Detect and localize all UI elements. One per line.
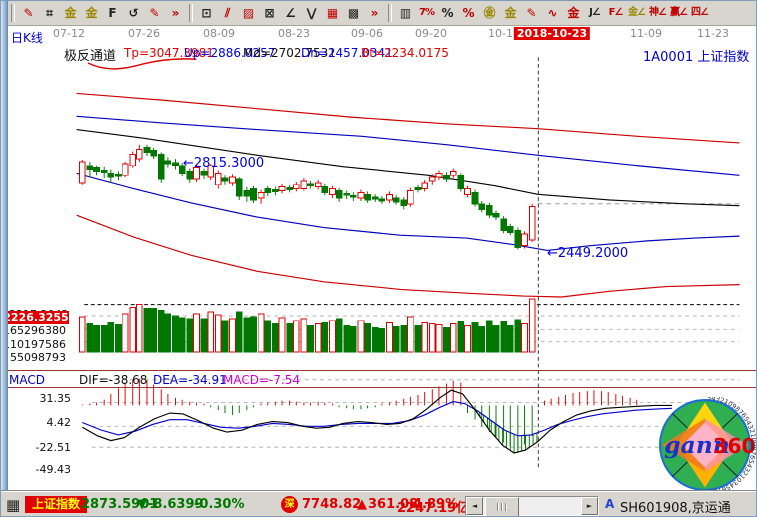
- pane-divider: [7, 370, 756, 371]
- indicator-name: 极反通道: [64, 45, 116, 64]
- horizontal-scrollbar[interactable]: ◄ ►: [465, 496, 599, 516]
- macd-axis-label: -49.43: [1, 463, 71, 476]
- scrollbar-track[interactable]: [483, 497, 581, 515]
- toolbar-group-3: ▥7%%%㊎金✎∿金J∠F∠金∠神∠赢∠四∠: [395, 3, 710, 23]
- si-angle-icon[interactable]: 四∠: [689, 3, 710, 23]
- volume-axis-label: 165296380: [1, 324, 66, 337]
- more-draw-icon[interactable]: »: [364, 3, 385, 23]
- more-tools-icon[interactable]: »: [165, 3, 186, 23]
- down-arrow-icon: ▼: [137, 497, 147, 512]
- scroll-right-icon[interactable]: ►: [581, 497, 598, 515]
- toolbar-group-1: ✎⌗金金F↺✎»: [18, 3, 186, 23]
- dea-value: DEA=-34.91: [153, 373, 227, 387]
- date-label: 11-09: [630, 27, 662, 40]
- f-grid-icon[interactable]: F: [102, 3, 123, 23]
- gold-circle-icon[interactable]: ㊎: [479, 3, 500, 23]
- macd-axis-label: 4.42: [1, 416, 71, 429]
- sz-value: 7748.82: [302, 497, 361, 512]
- grid-arrow-icon[interactable]: ▩: [343, 3, 364, 23]
- gold-grid-icon[interactable]: 金: [60, 3, 81, 23]
- angle-lines-icon[interactable]: ∠: [280, 3, 301, 23]
- scrollbar-thumb[interactable]: [485, 497, 519, 517]
- f-angle-icon[interactable]: F∠: [605, 3, 626, 23]
- box-lines-icon[interactable]: ⊠: [259, 3, 280, 23]
- date-label: 07-26: [128, 27, 160, 40]
- percent-lines-icon[interactable]: %: [458, 3, 479, 23]
- pane-divider: [7, 387, 756, 388]
- symbol-label: 1A0001 上证指数: [643, 46, 749, 65]
- data-table-icon[interactable]: ▦: [6, 496, 20, 514]
- macd-title: MACD: [9, 373, 45, 387]
- stock-type-icon: A: [605, 497, 614, 511]
- dif-value: DIF=-38.68: [79, 373, 147, 387]
- draw-pen-icon[interactable]: ✎: [18, 3, 39, 23]
- volume-bars-icon[interactable]: ▥: [395, 3, 416, 23]
- pen-volume-icon[interactable]: ✎: [521, 3, 542, 23]
- toolbar-separator: [11, 4, 15, 22]
- macd-value: MACD=-7.54: [223, 373, 300, 387]
- window-left-edge: [1, 1, 8, 517]
- date-label-current: 2018-10-23: [514, 27, 590, 40]
- gann-fan-icon[interactable]: ⫽: [217, 3, 238, 23]
- date-label: 09-06: [351, 27, 383, 40]
- shenzhen-badge-icon[interactable]: 深: [281, 496, 298, 513]
- gold-red-icon[interactable]: 金: [563, 3, 584, 23]
- date-label: 07-12: [53, 27, 85, 40]
- price-level-badge[interactable]: 2226.3255: [3, 311, 69, 324]
- pen-grid-icon[interactable]: ✎: [144, 3, 165, 23]
- spiral-grid-icon[interactable]: ↺: [123, 3, 144, 23]
- box-fan-icon[interactable]: ▨: [238, 3, 259, 23]
- stock-code-label[interactable]: SH601908,京运通: [620, 497, 731, 516]
- red-grid-icon[interactable]: ▦: [322, 3, 343, 23]
- macd-axis-label: -22.51: [1, 441, 71, 454]
- period-label: 日K线: [11, 29, 43, 46]
- date-label: 08-23: [278, 27, 310, 40]
- wave-lines-icon[interactable]: ∿: [542, 3, 563, 23]
- index-change-pct: -0.30%: [194, 497, 245, 512]
- toolbar-group-2: ⊡⫽▨⊠∠⋁▦▩»: [196, 3, 385, 23]
- status-bar: ▦ 上证指数 2873.5901 ▼ -8.6399 -0.30% 深 7748…: [1, 491, 757, 517]
- percent-wave-icon[interactable]: 7%: [416, 3, 437, 23]
- ying-angle-icon[interactable]: 赢∠: [668, 3, 689, 23]
- gold-lines-icon[interactable]: 金: [500, 3, 521, 23]
- toolbar-separator: [189, 4, 193, 22]
- scroll-left-icon[interactable]: ◄: [466, 497, 483, 515]
- date-label: 08-09: [203, 27, 235, 40]
- macd-axis-label: 31.35: [1, 392, 71, 405]
- shen-angle-icon[interactable]: 神∠: [647, 3, 668, 23]
- select-box-icon[interactable]: ⊡: [196, 3, 217, 23]
- index-name-badge[interactable]: 上证指数: [25, 496, 87, 513]
- percent-icon[interactable]: %: [437, 3, 458, 23]
- chart-canvas[interactable]: [1, 25, 757, 491]
- toolbar-separator: [388, 4, 392, 22]
- volume-axis-label: 55098793: [1, 351, 66, 364]
- up-arrow-icon: ▲: [357, 497, 367, 512]
- grid-icon[interactable]: ⌗: [39, 3, 60, 23]
- turnover-value: 2247.19亿: [397, 497, 469, 516]
- main-toolbar: ✎⌗金金F↺✎»⊡⫽▨⊠∠⋁▦▩»▥7%%%㊎金✎∿金J∠F∠金∠神∠赢∠四∠: [8, 1, 756, 26]
- zigzag-icon[interactable]: ⋁: [301, 3, 322, 23]
- high-price-annotation: ←2815.3000: [183, 156, 264, 171]
- low-price-annotation: ←2449.2000: [547, 246, 628, 261]
- stock-chart-window: ✎⌗金金F↺✎»⊡⫽▨⊠∠⋁▦▩»▥7%%%㊎金✎∿金J∠F∠金∠神∠赢∠四∠ …: [0, 0, 757, 517]
- volume-axis-label: 110197586: [1, 338, 66, 351]
- gann360-logo: gann 360 5432109876543210987654321034567…: [655, 397, 757, 493]
- date-label: 11-23: [697, 27, 729, 40]
- gold-grid2-icon[interactable]: 金: [81, 3, 102, 23]
- occluded-price-label: 2217.2042: [9, 303, 73, 311]
- bt-value: Bt=2234.0175: [361, 46, 449, 60]
- gold-angle-icon[interactable]: 金∠: [626, 3, 647, 23]
- date-label: 09-20: [415, 27, 447, 40]
- j-angle-icon[interactable]: J∠: [584, 3, 605, 23]
